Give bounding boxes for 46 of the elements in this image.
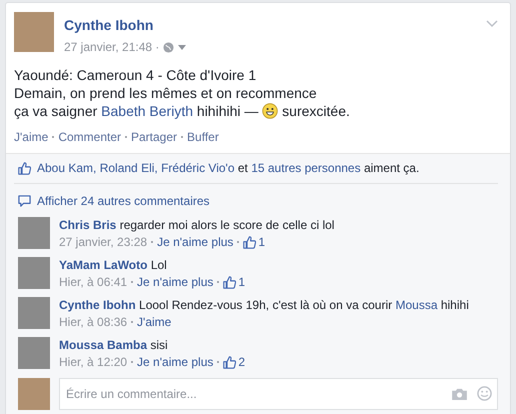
post-action-link[interactable]: J'aime: [14, 128, 48, 146]
like-link[interactable]: Je n'aime plus: [137, 354, 214, 370]
commenter-name[interactable]: Chris Bris: [59, 218, 116, 232]
avatar-photo-placeholder: [14, 12, 54, 52]
camera-icon[interactable]: [452, 388, 467, 400]
post-action-link[interactable]: Buffer: [187, 128, 219, 146]
like-count[interactable]: 2: [238, 354, 246, 370]
thumbs-up-icon: [223, 276, 236, 288]
profile-link[interactable]: 15 autres personnes: [251, 161, 361, 175]
comment-text: Cynthe Ibohn Loool Rendez-vous 19h, c'est là où on va courir Moussa hihihi: [59, 297, 469, 313]
post-text-line: Yaoundé: Cameroun 4 - Côte d'Ivoire 1: [14, 66, 258, 84]
profile-link[interactable]: Moussa: [395, 298, 438, 312]
likes-summary: Abou Kam, Roland Eli, Frédéric Vio'o et 15 autres personnes aiment ça.: [37, 160, 420, 177]
thumbs-up-icon: [18, 162, 31, 174]
like-link[interactable]: Je n'aime plus: [157, 234, 234, 250]
like-link[interactable]: Je n'aime plus: [137, 274, 214, 290]
comment-text: YaMam LaWoto Lol: [59, 257, 168, 273]
smiley-icon[interactable]: [477, 386, 492, 401]
avatar-photo-placeholder: [18, 337, 50, 369]
avatar-photo-placeholder: [18, 378, 50, 410]
speech-bubble-icon: [18, 194, 31, 208]
profile-link[interactable]: Abou Kam, Roland Eli, Frédéric Vio'o: [37, 161, 235, 175]
post-text-line: Demain, on prend les mêmes et on recommence: [14, 84, 318, 102]
caret-icon[interactable]: [178, 44, 186, 50]
author-name[interactable]: Cynthe Ibohn: [64, 15, 186, 36]
commenter-name[interactable]: Cynthe Ibohn: [59, 298, 136, 312]
thumbs-up-icon: [223, 356, 236, 368]
smiley-icon: [262, 103, 278, 119]
comment-text: Chris Bris regarder moi alors le score de celle ci lol: [59, 217, 334, 233]
thumbs-up-icon: [243, 236, 256, 248]
avatar-photo-placeholder: [18, 217, 50, 249]
like-link[interactable]: J'aime: [137, 314, 172, 330]
post-action-link[interactable]: Commenter: [58, 128, 121, 146]
post-text-line: ça va saigner Babeth Beriyth hihihihi — surexcitée.: [14, 102, 351, 120]
comment-input-field[interactable]: Écrire un commentaire...: [59, 378, 498, 410]
comment-text: Moussa Bamba sisi: [59, 337, 169, 353]
chevron-down-icon[interactable]: [486, 20, 498, 28]
like-count[interactable]: 1: [238, 274, 246, 290]
avatar-photo-placeholder: [18, 297, 50, 329]
commenter-name[interactable]: Moussa Bamba: [59, 338, 148, 352]
like-count[interactable]: 1: [258, 234, 266, 250]
profile-link[interactable]: Babeth Beriyth: [101, 103, 194, 119]
avatar-photo-placeholder: [18, 257, 50, 289]
post-action-link[interactable]: Partager: [131, 128, 178, 146]
show-more-comments-link[interactable]: Afficher 24 autres commentaires: [37, 192, 210, 210]
commenter-name[interactable]: YaMam LaWoto: [59, 258, 148, 272]
